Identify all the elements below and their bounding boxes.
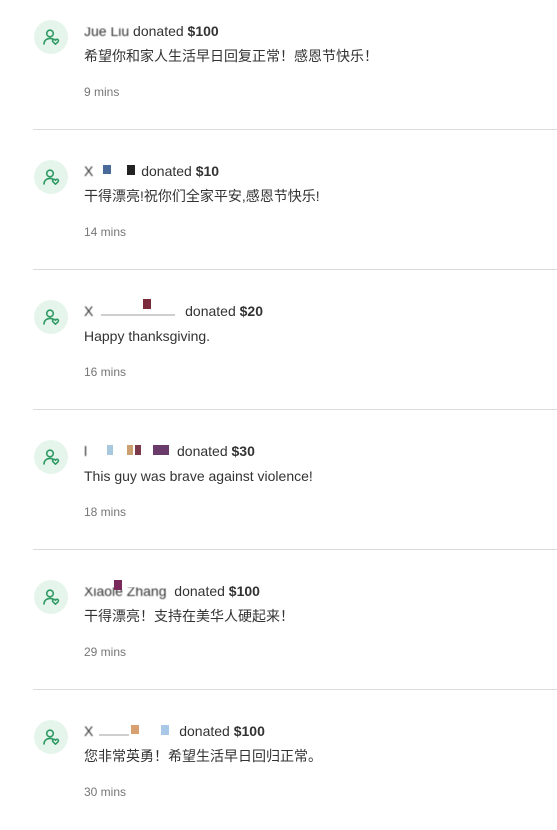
donation-headline: l donated $30 <box>84 442 537 460</box>
donation-item: l donated $30 This guy was brave against… <box>0 410 557 550</box>
donation-time: 9 mins <box>84 85 120 99</box>
donation-amount: $10 <box>195 163 220 179</box>
redacted-name-mask <box>91 445 177 457</box>
donation-headline: Jue Liu donated $100 <box>84 22 537 40</box>
donation-headline: X donated $10 <box>84 162 537 180</box>
donation-headline: X donated $100 <box>84 722 537 740</box>
donation-message: Happy thanksgiving. <box>84 328 211 344</box>
donor-name: X <box>84 303 94 319</box>
donor-avatar-icon <box>34 20 68 54</box>
donation-headline: X donated $20 <box>84 299 537 320</box>
donation-item: X donated $100 您非常英勇！希望生活早日回归正常。 30 mins <box>0 690 557 830</box>
donated-verb: donated <box>179 723 230 739</box>
donation-time: 29 mins <box>84 645 127 659</box>
donated-verb: donated <box>133 23 184 39</box>
donation-amount: $100 <box>187 23 219 39</box>
donated-verb: donated <box>185 303 236 319</box>
donation-item: Xiaole Zhang donated $100 干得漂亮！支持在美华人硬起来… <box>0 550 557 690</box>
donation-content: Xiaole Zhang donated $100 干得漂亮！支持在美华人硬起来… <box>84 580 537 660</box>
donated-verb: donated <box>141 163 192 179</box>
donated-verb: donated <box>174 583 225 599</box>
donation-message: This guy was brave against violence! <box>84 468 313 484</box>
donation-content: X donated $20 Happy thanksgiving. 16 min… <box>84 299 537 380</box>
donation-time: 16 mins <box>84 365 127 379</box>
donation-message: 干得漂亮！支持在美华人硬起来！ <box>84 608 294 624</box>
donor-name: X <box>84 723 94 739</box>
donor-name: l <box>84 443 88 459</box>
redacted-name-mask <box>97 725 179 737</box>
donation-message: 希望你和家人生活早日回复正常！感恩节快乐！ <box>84 48 378 64</box>
donation-headline: Xiaole Zhang donated $100 <box>84 580 537 600</box>
donation-content: X donated $10 干得漂亮!祝你们全家平安,感恩节快乐! 14 min… <box>84 162 537 240</box>
redacted-name-mask <box>97 299 181 317</box>
donation-message: 您非常英勇！希望生活早日回归正常。 <box>84 748 322 764</box>
redacted-name-mask <box>97 165 141 177</box>
donation-item: Jue Liu donated $100 希望你和家人生活早日回复正常！感恩节快… <box>0 0 557 130</box>
donation-amount: $100 <box>233 723 265 739</box>
donation-content: l donated $30 This guy was brave against… <box>84 442 537 520</box>
donation-time: 30 mins <box>84 785 127 799</box>
donation-time: 18 mins <box>84 505 127 519</box>
donation-amount: $30 <box>231 443 255 459</box>
donation-message: 干得漂亮!祝你们全家平安,感恩节快乐! <box>84 188 320 204</box>
donation-amount: $100 <box>228 583 260 599</box>
donor-avatar-icon <box>34 440 68 474</box>
donor-avatar-icon <box>34 160 68 194</box>
donated-verb: donated <box>177 443 228 459</box>
donor-name: Xiaole Zhang <box>84 583 167 599</box>
donation-feed: Jue Liu donated $100 希望你和家人生活早日回复正常！感恩节快… <box>0 0 557 830</box>
donation-amount: $20 <box>239 303 263 319</box>
donor-avatar-icon <box>34 720 68 754</box>
donor-name: X <box>84 163 94 179</box>
donation-item: X donated $20 Happy thanksgiving. 16 min… <box>0 270 557 410</box>
donor-avatar-icon <box>34 580 68 614</box>
donation-item: X donated $10 干得漂亮!祝你们全家平安,感恩节快乐! 14 min… <box>0 130 557 270</box>
donation-time: 14 mins <box>84 225 127 239</box>
donation-content: Jue Liu donated $100 希望你和家人生活早日回复正常！感恩节快… <box>84 22 537 100</box>
donor-avatar-icon <box>34 300 68 334</box>
donor-name: Jue Liu <box>84 23 130 39</box>
donation-content: X donated $100 您非常英勇！希望生活早日回归正常。 30 mins <box>84 722 537 800</box>
